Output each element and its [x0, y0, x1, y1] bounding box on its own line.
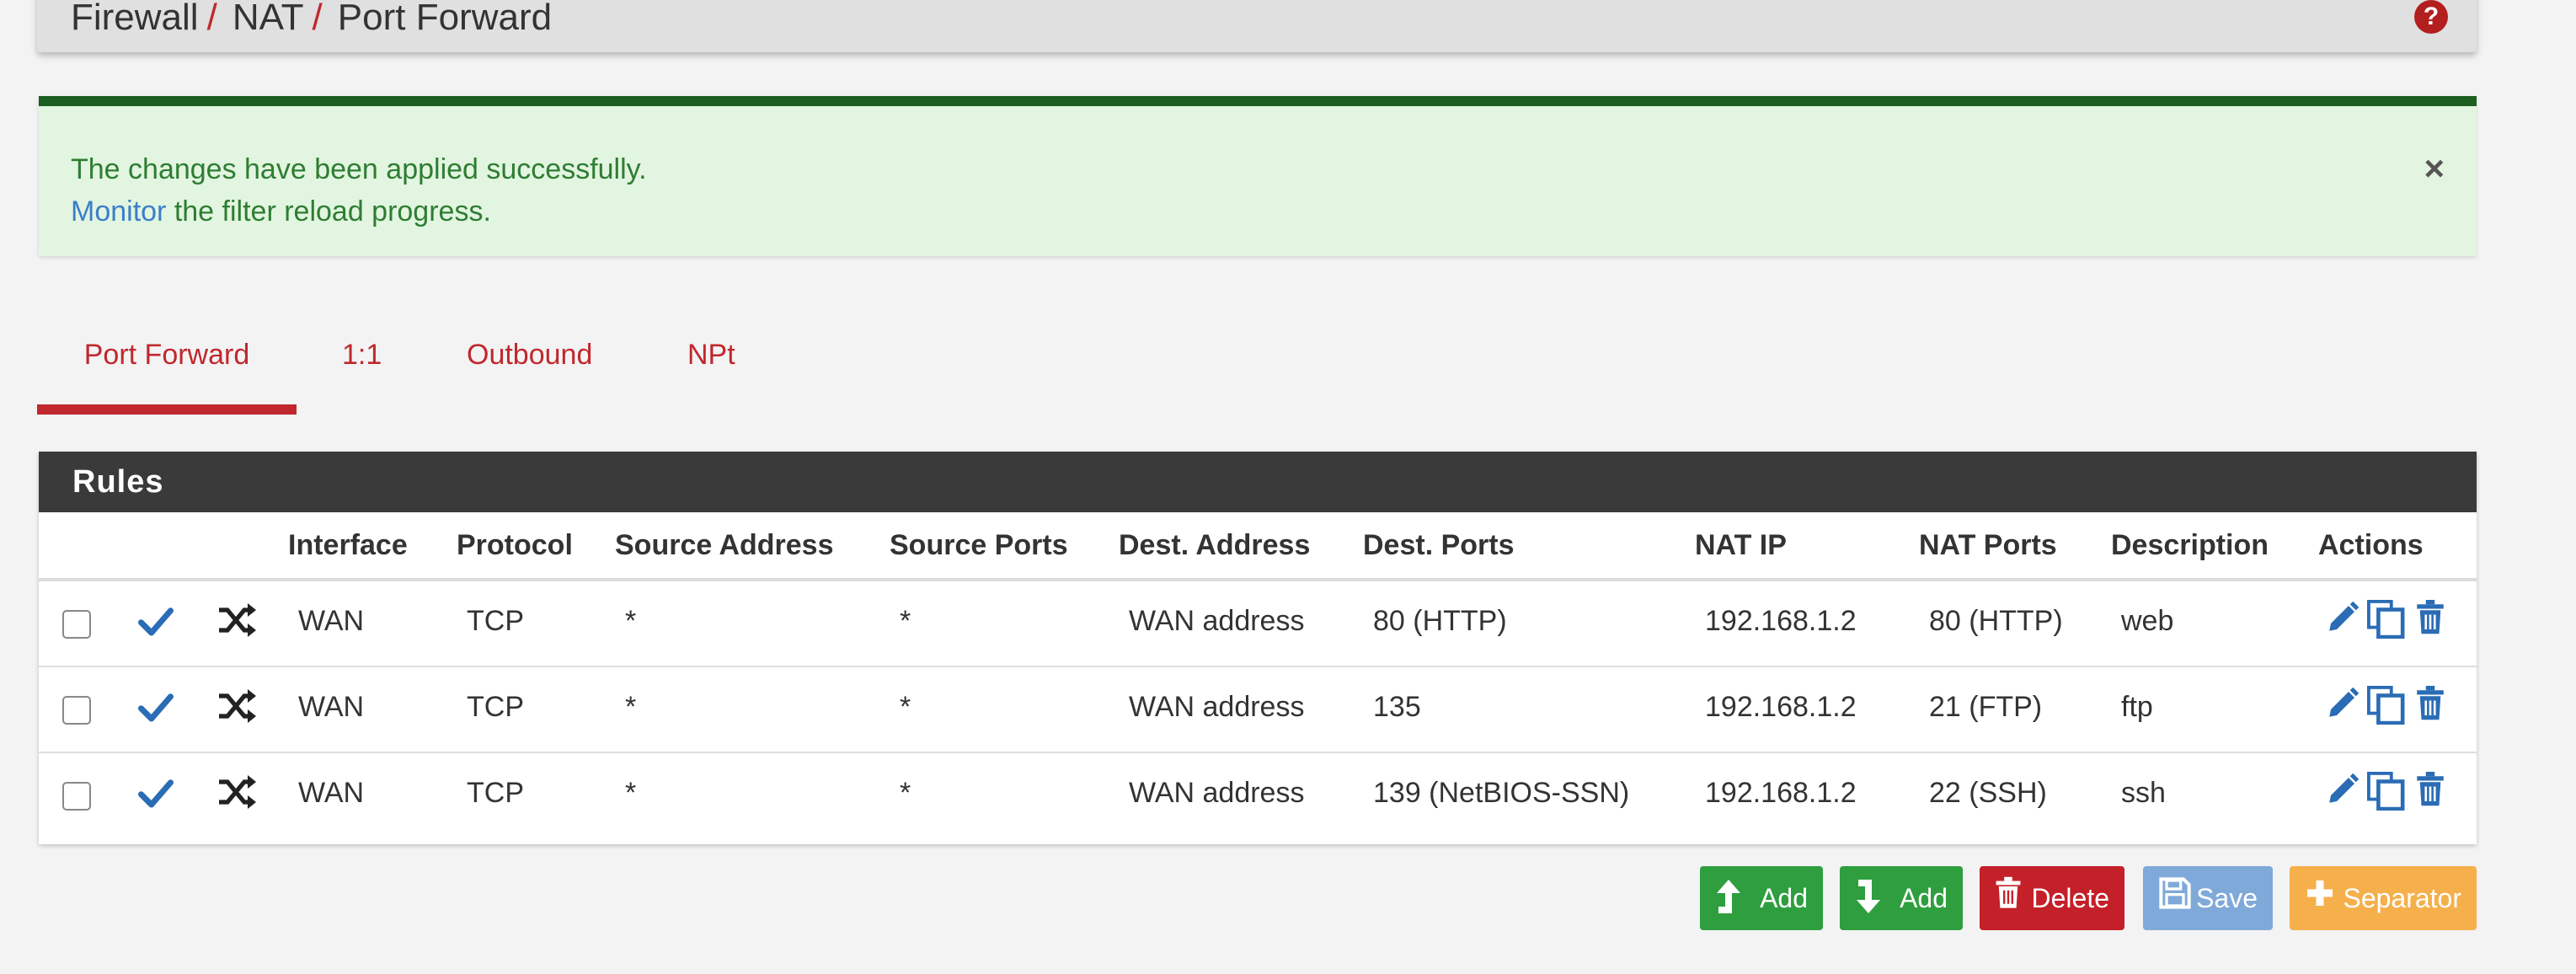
cell-interface: WAN — [298, 605, 365, 637]
cell-protocol: TCP — [467, 691, 524, 723]
cell-nat-ports: 80 (HTTP) — [1929, 605, 2063, 637]
trash-icon — [1996, 876, 2021, 908]
breadcrumb-port-forward: Port Forward — [337, 0, 553, 38]
cell-nat-ports: 22 (SSH) — [1929, 777, 2047, 809]
cell-description: ssh — [2121, 777, 2166, 809]
shuffle-icon — [219, 603, 256, 637]
add-bottom-label: Add — [1900, 883, 1948, 913]
success-alert: The changes have been applied successful… — [39, 96, 2477, 256]
copy-icon[interactable] — [2367, 772, 2406, 811]
column-header-nat-ip: NAT IP — [1695, 529, 1787, 561]
add-rule-bottom-button[interactable]: Add — [1840, 866, 1963, 930]
column-header-dest-ports: Dest. Ports — [1363, 529, 1515, 561]
breadcrumb-separator: / — [312, 0, 323, 38]
delete-button[interactable]: Delete — [1980, 866, 2124, 930]
tab-npt[interactable]: NPt — [687, 320, 735, 404]
copy-icon[interactable] — [2367, 600, 2406, 639]
cell-interface: WAN — [298, 777, 365, 809]
cell-source-address: * — [625, 605, 637, 637]
check-icon[interactable] — [138, 775, 174, 811]
floppy-disk-icon — [2159, 877, 2191, 909]
row-select-checkbox[interactable] — [62, 610, 91, 639]
cell-dest-ports: 139 (NetBIOS-SSN) — [1373, 777, 1630, 809]
monitor-link[interactable]: Monitor — [71, 195, 166, 227]
column-header-actions: Actions — [2318, 529, 2424, 561]
cell-dest-ports: 135 — [1373, 691, 1421, 723]
cell-source-address: * — [625, 777, 637, 809]
pencil-icon[interactable] — [2325, 686, 2360, 721]
shuffle-icon — [219, 689, 256, 723]
delete-label: Delete — [2031, 883, 2110, 913]
cell-nat-ip: 192.168.1.2 — [1705, 691, 1857, 723]
alert-secondary-line: Monitor the filter reload progress. — [71, 195, 491, 228]
cell-source-ports: * — [900, 777, 911, 809]
tab-outbound[interactable]: Outbound — [467, 320, 592, 404]
row-select-checkbox[interactable] — [62, 696, 91, 725]
table-row: WAN TCP * * WAN address 135 192.168.1.2 … — [39, 667, 2477, 753]
cell-nat-ip: 192.168.1.2 — [1705, 605, 1857, 637]
trash-icon[interactable] — [2414, 686, 2446, 721]
add-rule-top-button[interactable]: Add — [1700, 866, 1823, 930]
cell-description: web — [2121, 605, 2174, 637]
cell-description: ftp — [2121, 691, 2153, 723]
separator-label: Separator — [2343, 883, 2461, 913]
add-separator-button[interactable]: Separator — [2290, 866, 2477, 930]
alert-message: The changes have been applied successful… — [71, 153, 647, 185]
column-header-description: Description — [2111, 529, 2269, 561]
breadcrumb-nat[interactable]: NAT — [232, 0, 304, 38]
column-header-source-address: Source Address — [615, 529, 834, 561]
trash-icon[interactable] — [2414, 600, 2446, 635]
cell-dest-ports: 80 (HTTP) — [1373, 605, 1507, 637]
row-select-checkbox[interactable] — [62, 782, 91, 811]
save-label: Save — [2196, 883, 2258, 913]
add-top-label: Add — [1760, 883, 1808, 913]
cell-nat-ports: 21 (FTP) — [1929, 691, 2043, 723]
breadcrumb-firewall[interactable]: Firewall — [71, 0, 199, 38]
cell-dest-address: WAN address — [1129, 691, 1305, 723]
tab-one-to-one[interactable]: 1:1 — [342, 320, 382, 404]
close-icon[interactable]: × — [2424, 148, 2445, 189]
question-circle-icon[interactable]: ? — [2414, 0, 2448, 34]
breadcrumb: Firewall / NAT / Port Forward — [71, 0, 552, 39]
cell-protocol: TCP — [467, 777, 524, 809]
table-row: WAN TCP * * WAN address 80 (HTTP) 192.16… — [39, 581, 2477, 667]
page: Firewall / NAT / Port Forward ? The changes … — [0, 0, 2576, 974]
cell-source-ports: * — [900, 605, 911, 637]
tab-port-forward[interactable]: Port Forward — [37, 320, 297, 415]
save-button[interactable]: Save — [2143, 866, 2273, 930]
page-header: Firewall / NAT / Port Forward ? — [37, 0, 2477, 52]
pencil-icon[interactable] — [2325, 772, 2360, 807]
column-header-source-ports: Source Ports — [890, 529, 1068, 561]
trash-icon[interactable] — [2414, 772, 2446, 807]
copy-icon[interactable] — [2367, 686, 2406, 725]
column-header-interface: Interface — [288, 529, 408, 561]
cell-dest-address: WAN address — [1129, 777, 1305, 809]
cell-interface: WAN — [298, 691, 365, 723]
pencil-icon[interactable] — [2325, 600, 2360, 635]
plus-icon — [2307, 880, 2333, 906]
alert-link-suffix: the filter reload progress. — [166, 195, 491, 227]
cell-protocol: TCP — [467, 605, 524, 637]
panel-title: Rules — [39, 452, 2477, 512]
shuffle-icon — [219, 775, 256, 809]
cell-source-ports: * — [900, 691, 911, 723]
check-icon[interactable] — [138, 603, 174, 639]
breadcrumb-separator: / — [206, 0, 217, 38]
check-icon[interactable] — [138, 689, 174, 725]
arrow-down-icon — [1857, 880, 1880, 913]
cell-nat-ip: 192.168.1.2 — [1705, 777, 1857, 809]
column-header-dest-address: Dest. Address — [1119, 529, 1311, 561]
cell-source-address: * — [625, 691, 637, 723]
table-row: WAN TCP * * WAN address 139 (NetBIOS-SSN… — [39, 753, 2477, 839]
column-header-protocol: Protocol — [457, 529, 573, 561]
cell-dest-address: WAN address — [1129, 605, 1305, 637]
column-header-nat-ports: NAT Ports — [1919, 529, 2057, 561]
rules-panel: Rules Interface Protocol Source Address … — [39, 452, 2477, 844]
arrow-up-icon — [1717, 880, 1740, 913]
